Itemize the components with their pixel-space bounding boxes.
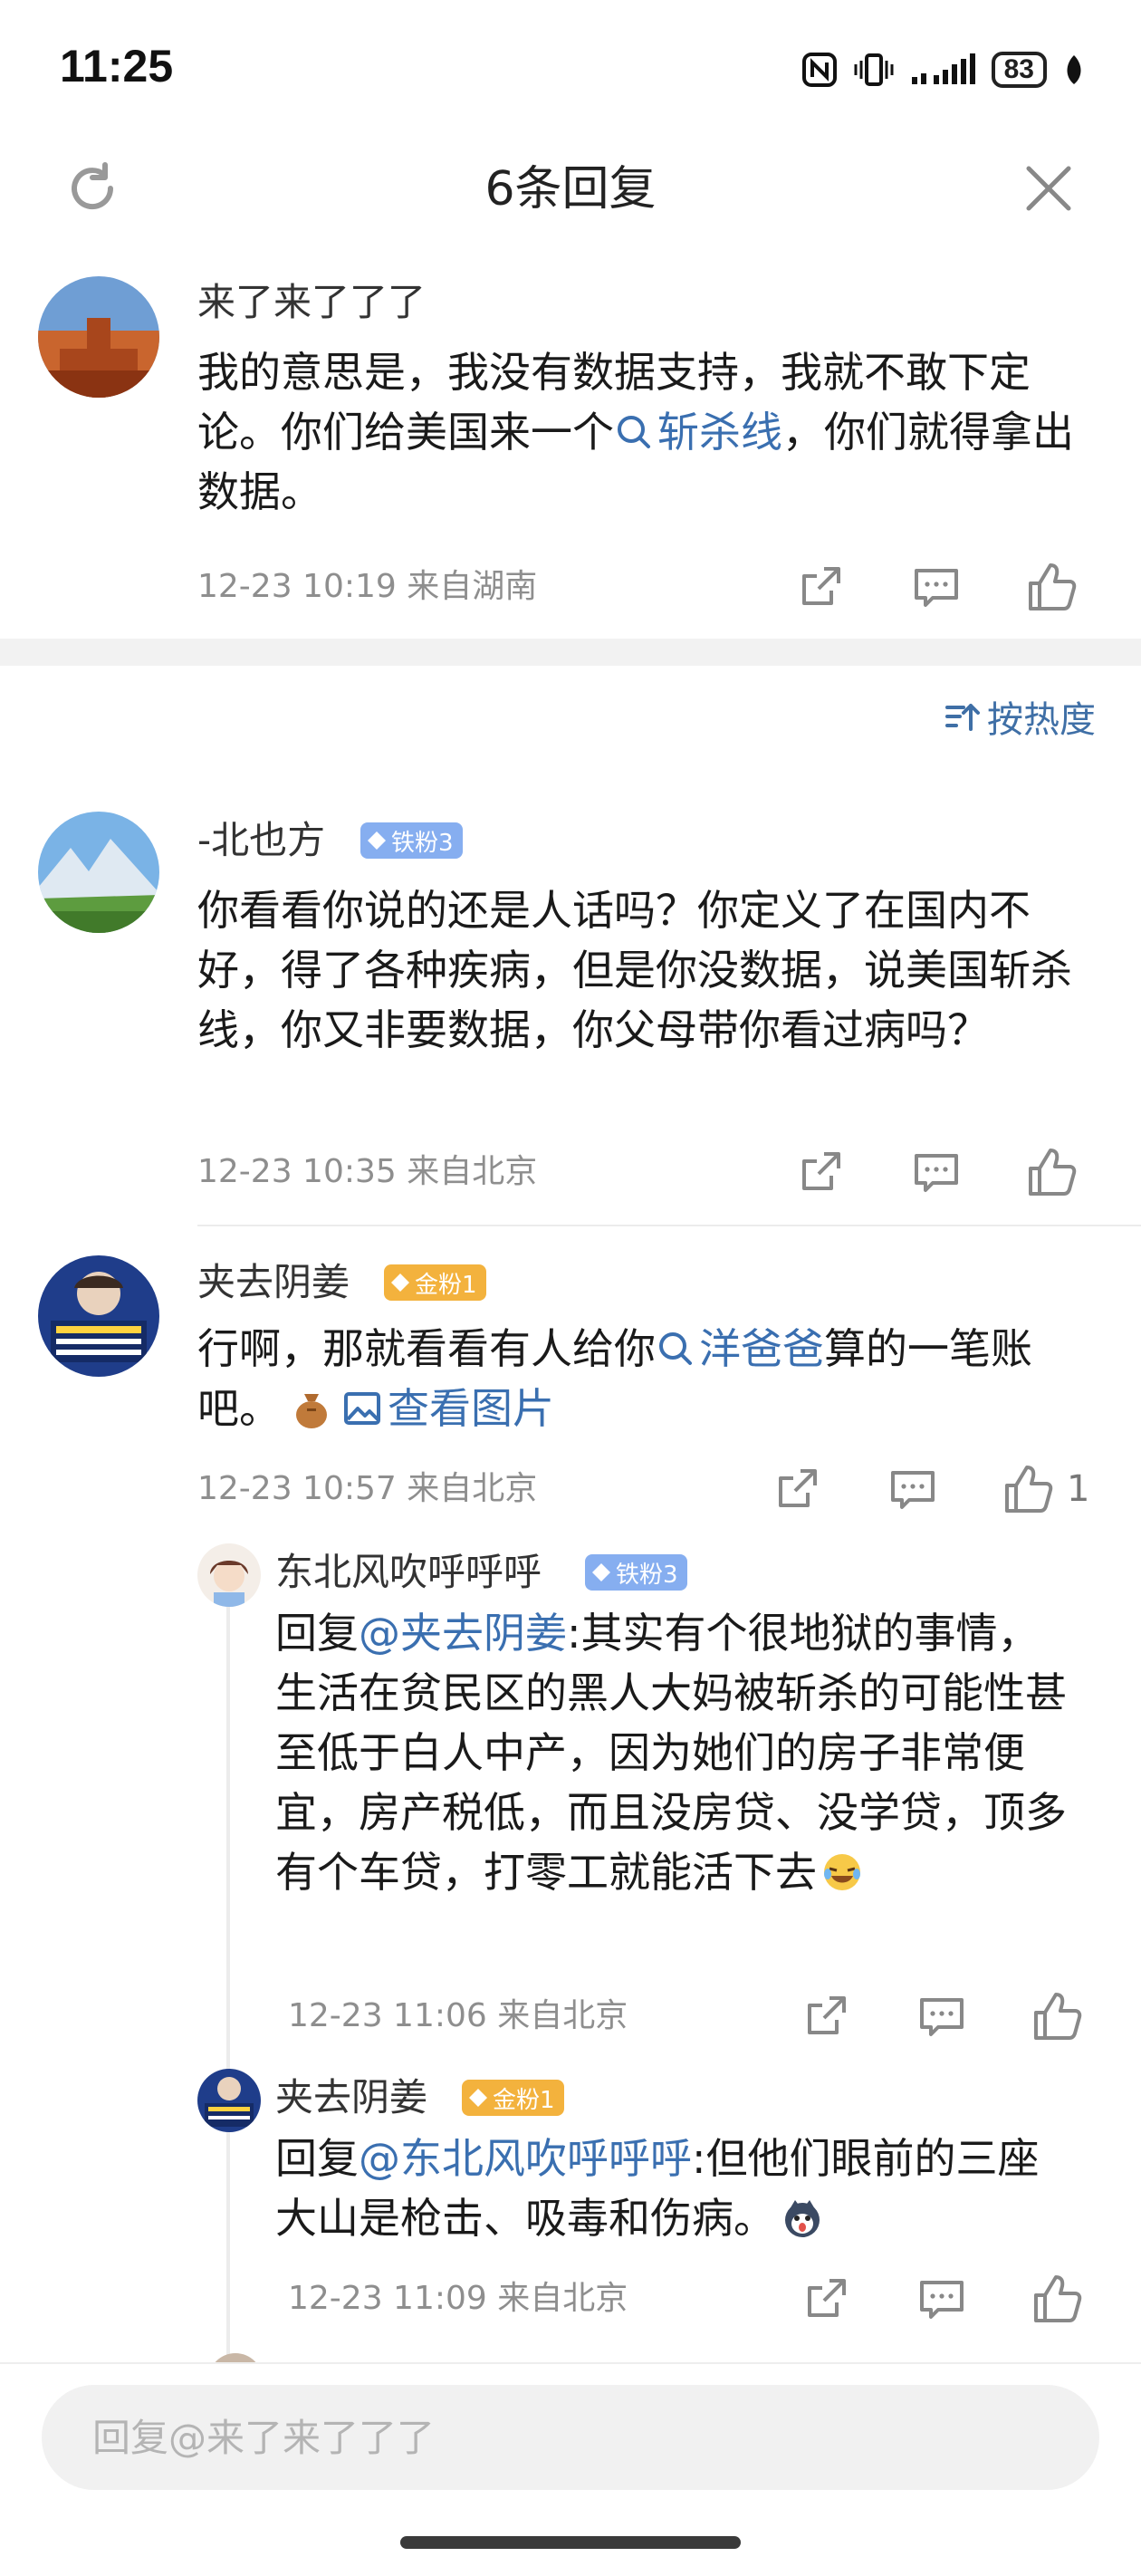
comment-icon[interactable]	[911, 1147, 962, 1197]
username[interactable]: -北也方	[197, 815, 325, 866]
comment-actions	[795, 562, 1078, 612]
username[interactable]: 夹去阴姜	[197, 1257, 350, 1308]
page-title: 6条回复	[484, 162, 657, 216]
reply-text: 回复@夹去阴姜:其实有个很地狱的事情，生活在贫民区的黑人大妈被斩杀的可能性甚至低…	[275, 1609, 1067, 1897]
diamond-icon	[592, 1563, 610, 1581]
sort-button[interactable]: 按热度	[944, 690, 1096, 743]
signal-icon	[911, 53, 975, 84]
mention-link[interactable]: @东北风吹呼呼呼	[359, 2134, 692, 2183]
username[interactable]: 来了来了了了	[197, 277, 426, 328]
topic-link[interactable]: 洋爸爸	[656, 1324, 824, 1373]
avatar[interactable]	[197, 2069, 261, 2132]
like-group[interactable]: 1	[1003, 1464, 1089, 1514]
mention-link[interactable]: @夹去阴姜	[359, 1609, 567, 1658]
close-icon[interactable]	[1016, 156, 1081, 221]
husky-emoji	[785, 2200, 820, 2237]
diamond-icon	[391, 1274, 409, 1292]
username[interactable]: 东北风吹呼呼呼	[275, 1547, 542, 1598]
comment-icon[interactable]	[911, 562, 962, 612]
fan-badge: 金粉1	[384, 1264, 486, 1301]
username[interactable]: 夹去阴姜	[275, 2072, 427, 2123]
avatar[interactable]	[38, 812, 159, 933]
comment-icon[interactable]	[916, 1991, 967, 2042]
reply-actions	[801, 1991, 1083, 2042]
nfc-icon	[801, 53, 837, 87]
reply-meta: 12-23 11:09 来自北京	[288, 2280, 628, 2317]
comment-icon[interactable]	[916, 2273, 967, 2324]
status-icons: 83	[801, 47, 1085, 92]
share-icon[interactable]	[772, 1464, 822, 1514]
avatar[interactable]	[197, 1543, 261, 1607]
money-bag-emoji	[296, 1394, 327, 1428]
fan-badge: 铁粉3	[360, 822, 463, 859]
battery-indicator: 83	[991, 52, 1047, 88]
status-bar: 11:25 83	[0, 0, 1141, 136]
sort-icon	[945, 704, 980, 731]
leaf-icon	[1067, 55, 1081, 84]
diamond-icon	[368, 831, 386, 850]
comment-text: 行啊，那就看看有人给你 洋爸爸算的一笔账吧。 查看图片	[197, 1324, 1032, 1433]
like-icon[interactable]	[1032, 1991, 1083, 2042]
avatar[interactable]	[38, 1255, 159, 1377]
fan-badge: 金粉1	[462, 2080, 564, 2116]
like-icon[interactable]	[1027, 562, 1078, 612]
comment-meta: 12-23 10:35 来自北京	[197, 1153, 538, 1190]
comment-actions	[795, 1147, 1078, 1197]
crying-laughing-emoji	[824, 1854, 860, 1890]
header: 6条回复	[0, 136, 1141, 235]
like-icon[interactable]	[1003, 1464, 1054, 1514]
topic-link[interactable]: 斩杀线	[614, 408, 782, 457]
section-divider	[0, 639, 1141, 666]
comment-actions: 1	[772, 1464, 1089, 1514]
like-count: 1	[1067, 1468, 1090, 1510]
like-icon[interactable]	[1027, 1147, 1078, 1197]
fan-badge: 铁粉3	[585, 1554, 687, 1591]
like-icon[interactable]	[1032, 2273, 1083, 2324]
vibrate-icon	[854, 53, 894, 86]
reply-meta: 12-23 11:06 来自北京	[288, 1997, 628, 2034]
status-time: 11:25	[60, 41, 174, 91]
image-icon	[344, 1392, 380, 1425]
comment-icon[interactable]	[887, 1464, 938, 1514]
search-icon	[618, 416, 650, 448]
share-icon[interactable]	[801, 2273, 851, 2324]
reply-text: 回复@东北风吹呼呼呼:但他们眼前的三座大山是枪击、吸毒和伤病。	[275, 2134, 1040, 2243]
diamond-icon	[469, 2089, 487, 2107]
avatar[interactable]	[38, 276, 159, 398]
share-icon[interactable]	[795, 1147, 846, 1197]
home-indicator[interactable]	[400, 2536, 741, 2549]
comment-text: 我的意思是，我没有数据支持，我就不敢下定论。你们给美国来一个 斩杀线，你们就得拿出…	[197, 348, 1074, 516]
reply-input[interactable]	[42, 2385, 1099, 2490]
comment-meta: 12-23 10:57 来自北京	[197, 1470, 538, 1507]
share-icon[interactable]	[801, 1991, 851, 2042]
reply-actions	[801, 2273, 1083, 2324]
share-icon[interactable]	[795, 562, 846, 612]
view-image-link[interactable]: 查看图片	[342, 1384, 554, 1433]
divider	[197, 1225, 1141, 1226]
comment-meta: 12-23 10:19 来自湖南	[197, 568, 538, 605]
thread-line	[226, 1590, 230, 2369]
search-icon	[659, 1332, 692, 1365]
comment-text: 你看看你说的还是人话吗？你定义了在国内不好，得了各种疾病，但是你没数据，说美国斩…	[197, 886, 1072, 1054]
